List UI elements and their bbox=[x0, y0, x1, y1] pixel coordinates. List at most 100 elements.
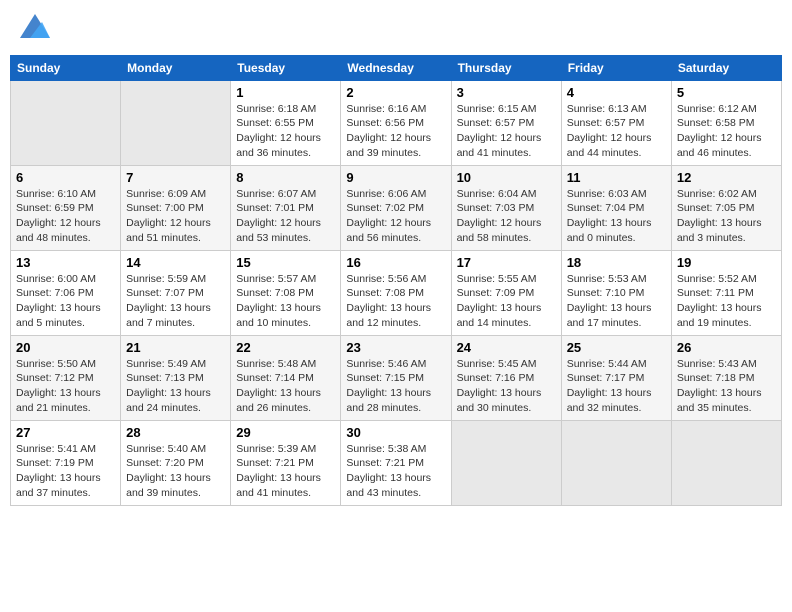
day-detail: Sunrise: 6:15 AM Sunset: 6:57 PM Dayligh… bbox=[457, 102, 556, 161]
day-number: 20 bbox=[16, 340, 115, 355]
calendar-cell: 28 Sunrise: 5:40 AM Sunset: 7:20 PM Dayli… bbox=[121, 420, 231, 505]
day-detail: Sunrise: 5:53 AM Sunset: 7:10 PM Dayligh… bbox=[567, 272, 666, 331]
day-number: 16 bbox=[346, 255, 445, 270]
logo-icon bbox=[20, 14, 50, 38]
day-number: 18 bbox=[567, 255, 666, 270]
day-number: 21 bbox=[126, 340, 225, 355]
day-detail: Sunrise: 5:39 AM Sunset: 7:21 PM Dayligh… bbox=[236, 442, 335, 501]
day-number: 9 bbox=[346, 170, 445, 185]
calendar-cell: 6 Sunrise: 6:10 AM Sunset: 6:59 PM Daylig… bbox=[11, 165, 121, 250]
calendar-cell: 14 Sunrise: 5:59 AM Sunset: 7:07 PM Dayli… bbox=[121, 250, 231, 335]
calendar-cell: 19 Sunrise: 5:52 AM Sunset: 7:11 PM Dayli… bbox=[671, 250, 781, 335]
day-number: 10 bbox=[457, 170, 556, 185]
day-number: 11 bbox=[567, 170, 666, 185]
day-number: 19 bbox=[677, 255, 776, 270]
day-number: 22 bbox=[236, 340, 335, 355]
day-detail: Sunrise: 6:12 AM Sunset: 6:58 PM Dayligh… bbox=[677, 102, 776, 161]
day-detail: Sunrise: 5:46 AM Sunset: 7:15 PM Dayligh… bbox=[346, 357, 445, 416]
day-detail: Sunrise: 6:06 AM Sunset: 7:02 PM Dayligh… bbox=[346, 187, 445, 246]
day-number: 14 bbox=[126, 255, 225, 270]
calendar-cell: 18 Sunrise: 5:53 AM Sunset: 7:10 PM Dayli… bbox=[561, 250, 671, 335]
calendar-cell bbox=[121, 80, 231, 165]
calendar-cell: 2Sunrise: 6:16 AM Sunset: 6:56 PM Daylig… bbox=[341, 80, 451, 165]
day-number: 7 bbox=[126, 170, 225, 185]
calendar-cell: 15 Sunrise: 5:57 AM Sunset: 7:08 PM Dayli… bbox=[231, 250, 341, 335]
day-number: 17 bbox=[457, 255, 556, 270]
day-number: 27 bbox=[16, 425, 115, 440]
day-detail: Sunrise: 5:52 AM Sunset: 7:11 PM Dayligh… bbox=[677, 272, 776, 331]
day-number: 8 bbox=[236, 170, 335, 185]
weekday-header-saturday: Saturday bbox=[671, 55, 781, 80]
day-number: 30 bbox=[346, 425, 445, 440]
day-detail: Sunrise: 6:04 AM Sunset: 7:03 PM Dayligh… bbox=[457, 187, 556, 246]
day-detail: Sunrise: 6:02 AM Sunset: 7:05 PM Dayligh… bbox=[677, 187, 776, 246]
day-number: 15 bbox=[236, 255, 335, 270]
day-number: 24 bbox=[457, 340, 556, 355]
day-number: 29 bbox=[236, 425, 335, 440]
calendar-week-3: 13 Sunrise: 6:00 AM Sunset: 7:06 PM Dayli… bbox=[11, 250, 782, 335]
day-detail: Sunrise: 5:57 AM Sunset: 7:08 PM Dayligh… bbox=[236, 272, 335, 331]
day-number: 26 bbox=[677, 340, 776, 355]
day-detail: Sunrise: 6:10 AM Sunset: 6:59 PM Dayligh… bbox=[16, 187, 115, 246]
day-number: 1 bbox=[236, 85, 335, 100]
calendar-cell: 5Sunrise: 6:12 AM Sunset: 6:58 PM Daylig… bbox=[671, 80, 781, 165]
day-detail: Sunrise: 6:13 AM Sunset: 6:57 PM Dayligh… bbox=[567, 102, 666, 161]
calendar-cell: 25Sunrise: 5:44 AM Sunset: 7:17 PM Dayli… bbox=[561, 335, 671, 420]
day-detail: Sunrise: 6:09 AM Sunset: 7:00 PM Dayligh… bbox=[126, 187, 225, 246]
calendar-cell: 30 Sunrise: 5:38 AM Sunset: 7:21 PM Dayli… bbox=[341, 420, 451, 505]
day-number: 28 bbox=[126, 425, 225, 440]
calendar-cell: 24 Sunrise: 5:45 AM Sunset: 7:16 PM Dayli… bbox=[451, 335, 561, 420]
day-number: 2 bbox=[346, 85, 445, 100]
day-detail: Sunrise: 5:56 AM Sunset: 7:08 PM Dayligh… bbox=[346, 272, 445, 331]
calendar-cell: 29 Sunrise: 5:39 AM Sunset: 7:21 PM Dayli… bbox=[231, 420, 341, 505]
day-number: 3 bbox=[457, 85, 556, 100]
calendar-cell bbox=[11, 80, 121, 165]
day-detail: Sunrise: 5:41 AM Sunset: 7:19 PM Dayligh… bbox=[16, 442, 115, 501]
weekday-header-row: SundayMondayTuesdayWednesdayThursdayFrid… bbox=[11, 55, 782, 80]
day-detail: Sunrise: 5:49 AM Sunset: 7:13 PM Dayligh… bbox=[126, 357, 225, 416]
calendar-cell: 23 Sunrise: 5:46 AM Sunset: 7:15 PM Dayli… bbox=[341, 335, 451, 420]
calendar-week-4: 20 Sunrise: 5:50 AM Sunset: 7:12 PM Dayli… bbox=[11, 335, 782, 420]
calendar-cell: 17 Sunrise: 5:55 AM Sunset: 7:09 PM Dayli… bbox=[451, 250, 561, 335]
day-detail: Sunrise: 5:59 AM Sunset: 7:07 PM Dayligh… bbox=[126, 272, 225, 331]
calendar-cell: 8 Sunrise: 6:07 AM Sunset: 7:01 PM Daylig… bbox=[231, 165, 341, 250]
day-detail: Sunrise: 5:48 AM Sunset: 7:14 PM Dayligh… bbox=[236, 357, 335, 416]
day-detail: Sunrise: 5:44 AM Sunset: 7:17 PM Dayligh… bbox=[567, 357, 666, 416]
calendar-table: SundayMondayTuesdayWednesdayThursdayFrid… bbox=[10, 55, 782, 506]
day-detail: Sunrise: 5:55 AM Sunset: 7:09 PM Dayligh… bbox=[457, 272, 556, 331]
day-detail: Sunrise: 5:38 AM Sunset: 7:21 PM Dayligh… bbox=[346, 442, 445, 501]
day-number: 6 bbox=[16, 170, 115, 185]
calendar-body: 1 Sunrise: 6:18 AM Sunset: 6:55 PM Daylig… bbox=[11, 80, 782, 505]
calendar-cell: 9 Sunrise: 6:06 AM Sunset: 7:02 PM Daylig… bbox=[341, 165, 451, 250]
calendar-cell: 16 Sunrise: 5:56 AM Sunset: 7:08 PM Dayli… bbox=[341, 250, 451, 335]
page-header bbox=[10, 10, 782, 47]
day-number: 12 bbox=[677, 170, 776, 185]
calendar-cell: 10 Sunrise: 6:04 AM Sunset: 7:03 PM Dayli… bbox=[451, 165, 561, 250]
day-detail: Sunrise: 6:07 AM Sunset: 7:01 PM Dayligh… bbox=[236, 187, 335, 246]
weekday-header-sunday: Sunday bbox=[11, 55, 121, 80]
calendar-cell: 21 Sunrise: 5:49 AM Sunset: 7:13 PM Dayli… bbox=[121, 335, 231, 420]
day-detail: Sunrise: 5:40 AM Sunset: 7:20 PM Dayligh… bbox=[126, 442, 225, 501]
day-detail: Sunrise: 6:00 AM Sunset: 7:06 PM Dayligh… bbox=[16, 272, 115, 331]
day-detail: Sunrise: 6:18 AM Sunset: 6:55 PM Dayligh… bbox=[236, 102, 335, 161]
calendar-cell: 27 Sunrise: 5:41 AM Sunset: 7:19 PM Dayli… bbox=[11, 420, 121, 505]
day-detail: Sunrise: 5:43 AM Sunset: 7:18 PM Dayligh… bbox=[677, 357, 776, 416]
calendar-cell: 4 Sunrise: 6:13 AM Sunset: 6:57 PM Daylig… bbox=[561, 80, 671, 165]
weekday-header-monday: Monday bbox=[121, 55, 231, 80]
day-detail: Sunrise: 5:50 AM Sunset: 7:12 PM Dayligh… bbox=[16, 357, 115, 416]
day-number: 4 bbox=[567, 85, 666, 100]
day-number: 23 bbox=[346, 340, 445, 355]
weekday-header-thursday: Thursday bbox=[451, 55, 561, 80]
day-number: 13 bbox=[16, 255, 115, 270]
calendar-cell: 11 Sunrise: 6:03 AM Sunset: 7:04 PM Dayli… bbox=[561, 165, 671, 250]
calendar-cell: 20 Sunrise: 5:50 AM Sunset: 7:12 PM Dayli… bbox=[11, 335, 121, 420]
calendar-cell bbox=[561, 420, 671, 505]
calendar-cell: 7 Sunrise: 6:09 AM Sunset: 7:00 PM Daylig… bbox=[121, 165, 231, 250]
day-detail: Sunrise: 6:03 AM Sunset: 7:04 PM Dayligh… bbox=[567, 187, 666, 246]
weekday-header-friday: Friday bbox=[561, 55, 671, 80]
weekday-header-tuesday: Tuesday bbox=[231, 55, 341, 80]
calendar-cell: 12 Sunrise: 6:02 AM Sunset: 7:05 PM Dayli… bbox=[671, 165, 781, 250]
day-detail: Sunrise: 5:45 AM Sunset: 7:16 PM Dayligh… bbox=[457, 357, 556, 416]
calendar-cell: 13 Sunrise: 6:00 AM Sunset: 7:06 PM Dayli… bbox=[11, 250, 121, 335]
calendar-week-1: 1 Sunrise: 6:18 AM Sunset: 6:55 PM Daylig… bbox=[11, 80, 782, 165]
